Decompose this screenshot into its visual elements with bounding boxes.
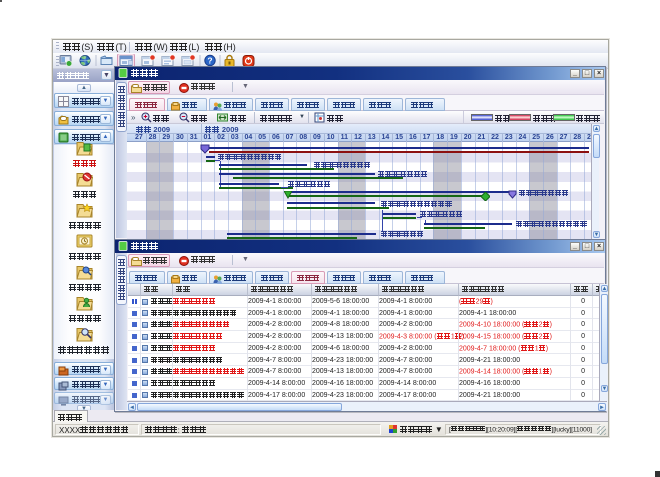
svg-text:?: ? [207, 56, 212, 66]
